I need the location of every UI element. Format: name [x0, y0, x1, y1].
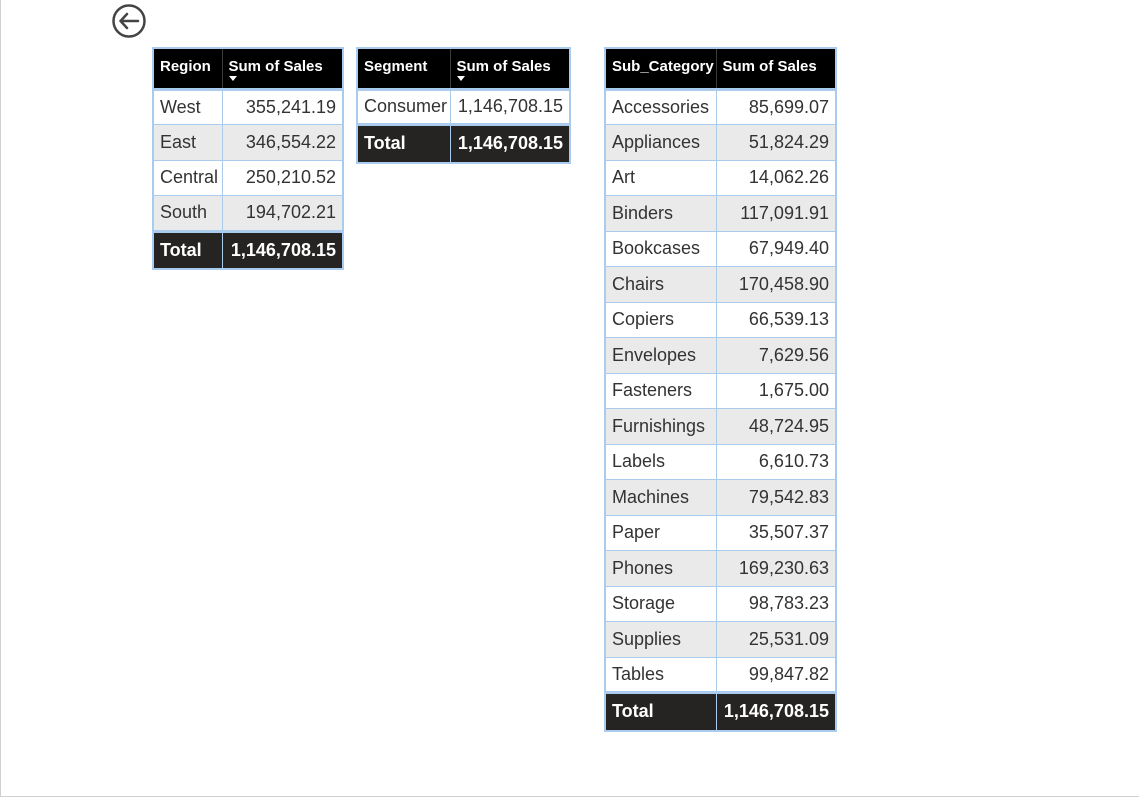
row-label: Supplies — [606, 621, 716, 657]
row-value: 194,702.21 — [221, 195, 342, 231]
row-label: Appliances — [606, 124, 716, 160]
back-button[interactable] — [111, 3, 147, 39]
row-label: Furnishings — [606, 408, 716, 444]
table-row[interactable]: Appliances 51,824.29 — [606, 124, 835, 160]
row-label: West — [154, 87, 222, 125]
table-row[interactable]: Bookcases 67,949.40 — [606, 230, 835, 267]
column-header-sum-of-sales[interactable]: Sum of Sales — [221, 49, 342, 89]
row-label: Envelopes — [606, 337, 716, 373]
row-label: Storage — [606, 585, 716, 622]
column-header-segment[interactable]: Segment — [358, 49, 450, 89]
table-row[interactable]: East 346,554.22 — [154, 124, 342, 160]
row-value: 6,610.73 — [715, 443, 835, 480]
row-label: Bookcases — [606, 230, 716, 267]
column-header-sum-of-sales[interactable]: Sum of Sales — [715, 49, 835, 89]
total-row: Total 1,146,708.15 — [606, 691, 835, 730]
table-row[interactable]: Central 250,210.52 — [154, 159, 342, 196]
total-row: Total 1,146,708.15 — [154, 229, 342, 268]
table-row[interactable]: Supplies 25,531.09 — [606, 621, 835, 657]
row-label: Consumer — [358, 87, 450, 125]
row-value: 25,531.09 — [715, 621, 835, 657]
row-value: 79,542.83 — [715, 479, 835, 515]
row-label: Fasteners — [606, 372, 716, 409]
row-label: Copiers — [606, 301, 716, 338]
subcategory-sales-table[interactable]: Sub_Category Sum of Sales Accessories 85,… — [604, 47, 837, 732]
row-value: 355,241.19 — [221, 87, 342, 125]
row-label: Machines — [606, 479, 716, 515]
table-row[interactable]: Storage 98,783.23 — [606, 585, 835, 622]
column-header-sum-of-sales[interactable]: Sum of Sales — [449, 49, 569, 89]
segment-sales-table[interactable]: Segment Sum of Sales Consumer 1,146,708.1… — [356, 47, 571, 164]
table-row[interactable]: Accessories 85,699.07 — [606, 87, 835, 125]
row-value: 170,458.90 — [715, 266, 835, 302]
table-row[interactable]: Fasteners 1,675.00 — [606, 372, 835, 409]
table-row[interactable]: Binders 117,091.91 — [606, 195, 835, 231]
total-value: 1,146,708.15 — [449, 123, 569, 162]
row-label: Chairs — [606, 266, 716, 302]
sort-descending-icon — [456, 76, 465, 81]
row-value: 51,824.29 — [715, 124, 835, 160]
back-arrow-icon — [112, 4, 146, 38]
row-value: 346,554.22 — [221, 124, 342, 160]
total-label: Total — [606, 691, 716, 730]
total-value: 1,146,708.15 — [221, 229, 342, 268]
row-label: Art — [606, 159, 716, 196]
row-label: Tables — [606, 656, 716, 693]
column-header-sub-category[interactable]: Sub_Category — [606, 49, 716, 89]
row-label: Central — [154, 159, 222, 196]
row-label: Phones — [606, 550, 716, 586]
row-value: 98,783.23 — [715, 585, 835, 622]
table-row[interactable]: Machines 79,542.83 — [606, 479, 835, 515]
row-value: 48,724.95 — [715, 408, 835, 444]
total-row: Total 1,146,708.15 — [358, 123, 569, 162]
column-header-region[interactable]: Region — [154, 49, 222, 89]
table-row[interactable]: Paper 35,507.37 — [606, 514, 835, 551]
row-value: 7,629.56 — [715, 337, 835, 373]
row-value: 14,062.26 — [715, 159, 835, 196]
table-row[interactable]: Labels 6,610.73 — [606, 443, 835, 480]
row-value: 85,699.07 — [715, 87, 835, 125]
row-value: 250,210.52 — [221, 159, 342, 196]
table-row[interactable]: Furnishings 48,724.95 — [606, 408, 835, 444]
table-row[interactable]: Copiers 66,539.13 — [606, 301, 835, 338]
row-label: South — [154, 195, 222, 231]
row-label: East — [154, 124, 222, 160]
row-label: Labels — [606, 443, 716, 480]
table-row[interactable]: Consumer 1,146,708.15 — [358, 87, 569, 125]
row-value: 117,091.91 — [715, 195, 835, 231]
total-value: 1,146,708.15 — [715, 691, 835, 730]
sort-descending-icon — [228, 76, 237, 81]
row-value: 169,230.63 — [715, 550, 835, 586]
row-value: 1,675.00 — [715, 372, 835, 409]
table-row[interactable]: South 194,702.21 — [154, 195, 342, 231]
table-row[interactable]: Art 14,062.26 — [606, 159, 835, 196]
row-label: Accessories — [606, 87, 716, 125]
row-label: Binders — [606, 195, 716, 231]
row-value: 1,146,708.15 — [449, 87, 569, 125]
row-value: 66,539.13 — [715, 301, 835, 338]
row-value: 67,949.40 — [715, 230, 835, 267]
region-sales-table[interactable]: Region Sum of Sales West 355,241.19 East 3… — [152, 47, 344, 270]
row-value: 99,847.82 — [715, 656, 835, 693]
table-row[interactable]: West 355,241.19 — [154, 87, 342, 125]
table-row[interactable]: Chairs 170,458.90 — [606, 266, 835, 302]
total-label: Total — [358, 123, 450, 162]
row-label: Paper — [606, 514, 716, 551]
table-row[interactable]: Tables 99,847.82 — [606, 656, 835, 693]
total-label: Total — [154, 229, 222, 268]
row-value: 35,507.37 — [715, 514, 835, 551]
table-row[interactable]: Envelopes 7,629.56 — [606, 337, 835, 373]
table-row[interactable]: Phones 169,230.63 — [606, 550, 835, 586]
